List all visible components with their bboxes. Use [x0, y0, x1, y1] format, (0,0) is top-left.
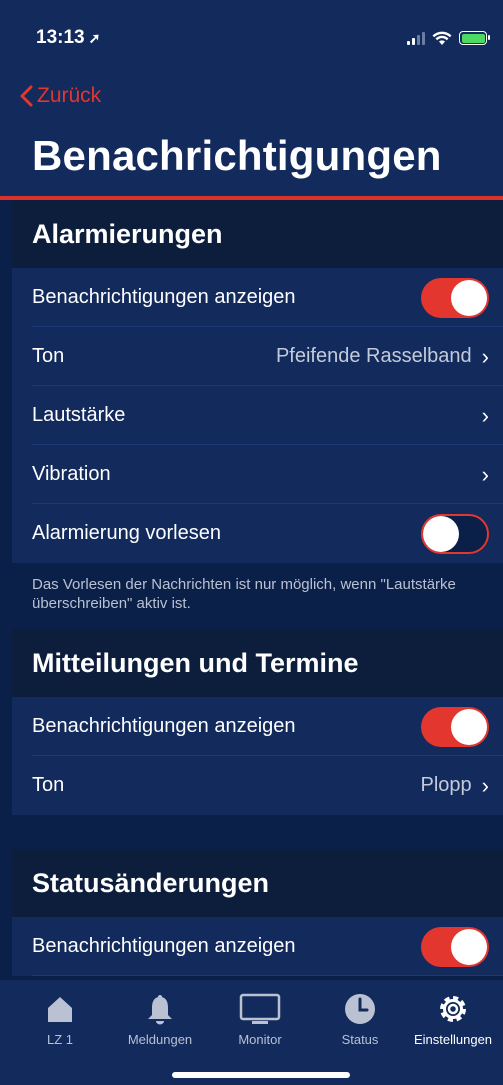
tab-einstellungen[interactable]: Einstellungen: [403, 992, 503, 1047]
nav-header: Zurück Benachrichtigungen: [0, 74, 503, 196]
row-status-show-notifications[interactable]: Benachrichtigungen anzeigen: [12, 917, 503, 976]
tab-label: Einstellungen: [413, 1032, 493, 1047]
row-label: Benachrichtigungen anzeigen: [32, 935, 296, 957]
row-messages-show-notifications[interactable]: Benachrichtigungen anzeigen: [12, 697, 503, 756]
row-alarm-vibration[interactable]: Vibration ›: [12, 445, 503, 504]
chevron-right-icon: ›: [481, 461, 489, 487]
row-messages-tone[interactable]: Ton Plopp ›: [12, 756, 503, 815]
row-value: Pfeifende Rasselband: [275, 345, 472, 367]
tab-status[interactable]: Status: [310, 992, 410, 1047]
gear-icon: [403, 992, 503, 1026]
battery-icon: [459, 31, 490, 45]
row-alarm-read-aloud[interactable]: Alarmierung vorlesen: [12, 504, 503, 563]
status-time: 13:13 ➚: [36, 27, 100, 49]
toggle-messages-show-notifications[interactable]: [421, 706, 489, 747]
section-footnote: Das Vorlesen der Nachrichten ist nur mög…: [12, 563, 503, 629]
monitor-icon: [210, 992, 310, 1026]
section-header-alarmierungen: Alarmierungen: [12, 200, 503, 268]
tab-bar: LZ 1 Meldungen Monitor Status Einstellun…: [0, 980, 503, 1085]
status-icons: [407, 28, 490, 48]
location-arrow-icon: ➚: [88, 30, 101, 46]
row-label: Alarmierung vorlesen: [32, 522, 221, 544]
page-title: Benachrichtigungen: [32, 132, 442, 179]
row-label: Vibration: [32, 463, 111, 485]
chevron-left-icon: [20, 85, 33, 107]
home-indicator[interactable]: [172, 1072, 350, 1078]
section-spacer: [12, 815, 503, 849]
tab-label: LZ 1: [46, 1032, 73, 1047]
toggle-alarm-show-notifications[interactable]: [421, 277, 489, 318]
signal-icon: [407, 31, 425, 45]
chevron-right-icon: ›: [481, 402, 489, 428]
tab-label: Meldungen: [127, 1032, 193, 1047]
clock-icon: [310, 992, 410, 1026]
tab-lz1[interactable]: LZ 1: [10, 992, 110, 1047]
tab-meldungen[interactable]: Meldungen: [110, 992, 210, 1047]
row-label: Benachrichtigungen anzeigen: [32, 286, 296, 308]
settings-list[interactable]: Alarmierungen Benachrichtigungen anzeige…: [12, 200, 503, 980]
row-label: Lautstärke: [32, 404, 126, 426]
chevron-right-icon: ›: [481, 772, 489, 798]
bell-icon: [110, 992, 210, 1026]
toggle-alarm-read-aloud[interactable]: [421, 513, 489, 554]
row-label: Ton: [32, 774, 65, 796]
status-bar: 13:13 ➚: [0, 0, 503, 74]
toggle-status-show-notifications[interactable]: [421, 926, 489, 967]
section-header-mitteilungen: Mitteilungen und Termine: [12, 629, 503, 697]
tab-monitor[interactable]: Monitor: [210, 992, 310, 1047]
row-alarm-volume[interactable]: Lautstärke ›: [12, 386, 503, 445]
chevron-right-icon: ›: [481, 343, 489, 369]
tab-label: Monitor: [238, 1032, 282, 1047]
row-alarm-tone[interactable]: Ton Pfeifende Rasselband ›: [12, 327, 503, 386]
house-icon: [10, 992, 110, 1026]
row-value: Plopp: [420, 774, 472, 796]
wifi-icon: [432, 31, 452, 45]
back-button[interactable]: Zurück: [20, 84, 101, 108]
back-label: Zurück: [37, 84, 102, 107]
clock-text: 13:13: [36, 27, 85, 48]
section-header-statusaenderungen: Statusänderungen: [12, 849, 503, 917]
tab-label: Status: [341, 1032, 379, 1047]
row-label: Ton: [32, 345, 65, 367]
row-label: Benachrichtigungen anzeigen: [32, 715, 296, 737]
row-alarm-show-notifications[interactable]: Benachrichtigungen anzeigen: [12, 268, 503, 327]
